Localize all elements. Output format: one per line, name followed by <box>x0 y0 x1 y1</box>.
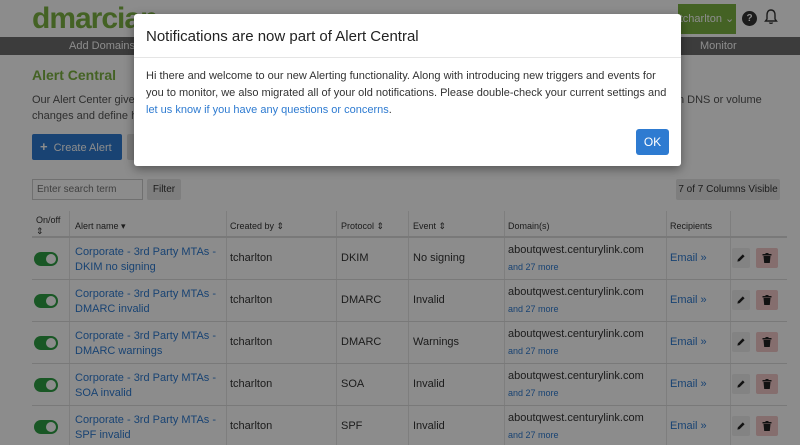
modal-body-line1: Hi there and welcome to our new Alerting… <box>146 70 656 82</box>
modal-body: Hi there and welcome to our new Alerting… <box>146 68 671 119</box>
notification-modal: Notifications are now part of Alert Cent… <box>134 14 681 166</box>
modal-title: Notifications are now part of Alert Cent… <box>146 28 419 45</box>
ok-button[interactable]: OK <box>636 129 669 155</box>
modal-body-line2: you to monitor, we also migrated all of … <box>146 87 667 99</box>
modal-body-end: . <box>388 104 392 116</box>
contact-link[interactable]: let us know if you have any questions or… <box>146 104 389 116</box>
modal-divider <box>134 57 681 58</box>
modal-body-line3: let us know if you have any questions or… <box>146 102 671 119</box>
